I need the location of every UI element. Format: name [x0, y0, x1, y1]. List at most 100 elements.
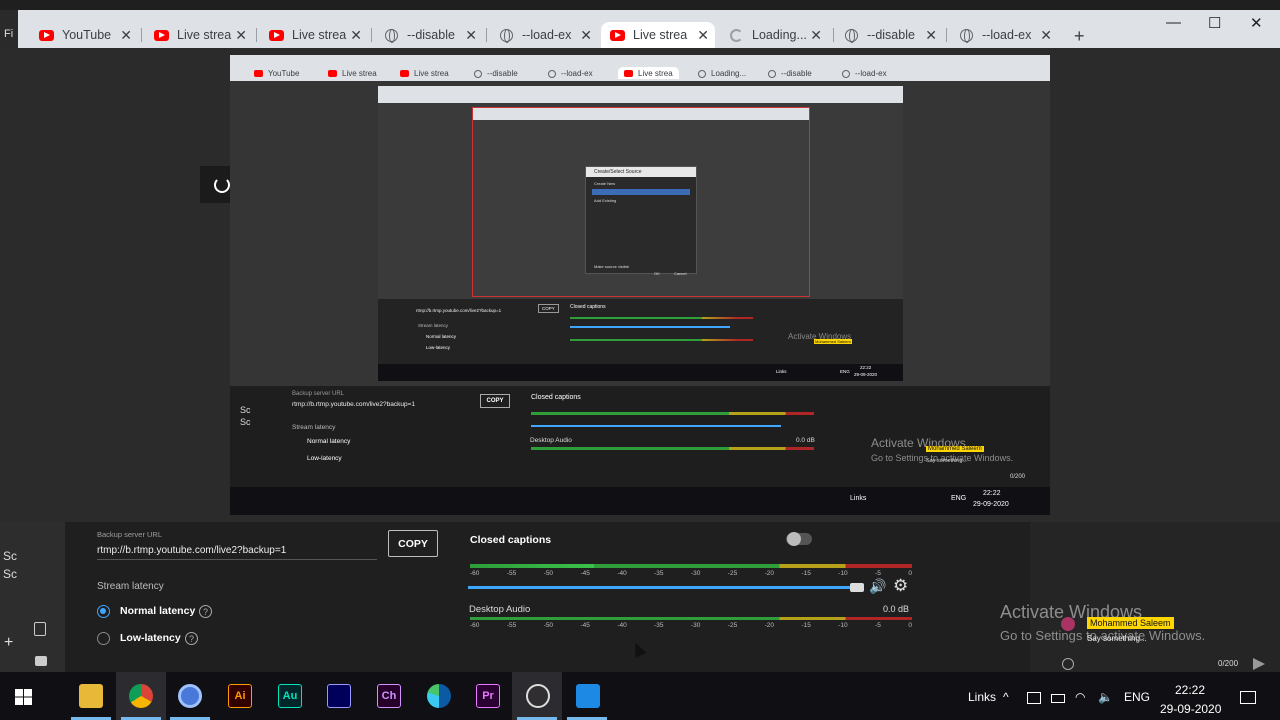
tab-live-stream-2[interactable]: Live strea ✕	[260, 22, 368, 48]
nested-closed-captions: Closed captions	[531, 394, 581, 401]
camtasia-icon[interactable]	[576, 684, 600, 708]
close-tab-icon[interactable]: ✕	[120, 27, 132, 44]
illustrator-icon[interactable]: Ai	[228, 684, 252, 708]
language-indicator[interactable]: ENG	[1124, 690, 1150, 704]
speaker-icon[interactable]: 🔊	[869, 578, 886, 595]
youtube-icon	[268, 27, 284, 43]
after-effects-icon[interactable]	[327, 684, 351, 708]
backup-url-field[interactable]: rtmp://b.rtmp.youtube.com/live2?backup=1	[97, 545, 286, 556]
nested-tab: --load-ex	[548, 69, 593, 78]
nested-tab-bar: YouTube Live strea Live strea --disable …	[230, 55, 1050, 81]
nested2-links: Links	[776, 369, 787, 374]
char-counter: 0/200	[1218, 659, 1239, 668]
chromium-icon[interactable]	[178, 684, 202, 708]
nested-copy-button: COPY	[480, 394, 510, 408]
copy-button[interactable]: COPY	[388, 530, 438, 557]
meter-tick-label: 0	[908, 622, 912, 629]
tab-disable-2[interactable]: --disable ✕	[835, 22, 943, 48]
nested2-low-latency: Low-latency	[426, 345, 451, 350]
audition-icon[interactable]: Au	[278, 684, 302, 708]
edge-icon[interactable]	[427, 684, 451, 708]
file-explorer-icon[interactable]	[79, 684, 103, 708]
dialog-title: Create/Select Source	[586, 167, 696, 177]
help-icon[interactable]: ?	[199, 605, 212, 618]
normal-latency-radio[interactable]	[97, 605, 110, 618]
youtube-icon	[624, 69, 633, 77]
volume-slider-track[interactable]	[468, 586, 863, 589]
youtube-icon	[400, 70, 409, 77]
chrome-icon[interactable]	[129, 684, 153, 708]
close-tab-icon[interactable]: ✕	[925, 27, 937, 44]
windows-start-icon[interactable]	[15, 689, 33, 705]
tab-loading[interactable]: Loading... ✕	[720, 22, 828, 48]
nested2-slider	[570, 326, 730, 328]
loading-spinner-icon	[698, 69, 706, 78]
top-strip	[0, 0, 1280, 10]
wifi-icon[interactable]: ◠	[1075, 690, 1085, 704]
close-tab-icon[interactable]: ✕	[810, 27, 822, 44]
close-tab-icon[interactable]: ✕	[697, 27, 709, 44]
meter-tick-label: -20	[764, 570, 775, 577]
close-tab-icon[interactable]: ✕	[235, 27, 247, 44]
taskbar-date[interactable]: 29-09-2020	[1160, 702, 1221, 716]
close-tab-icon[interactable]: ✕	[1040, 27, 1052, 44]
nested-tab: --disable	[768, 69, 812, 78]
close-window-button[interactable]: ✕	[1250, 14, 1263, 32]
new-tab-button[interactable]: +	[1074, 26, 1085, 47]
clipboard-icon[interactable]	[34, 622, 46, 636]
help-icon[interactable]: ?	[185, 632, 198, 645]
meter-tick-label: -55	[506, 622, 517, 629]
tab-label: Live strea	[633, 28, 688, 42]
emoji-icon[interactable]	[1062, 658, 1074, 670]
nested-stream-latency: Stream latency	[292, 424, 336, 431]
tab-label: --disable	[407, 28, 455, 42]
close-tab-icon[interactable]: ✕	[465, 27, 477, 44]
meter-tick-label: -15	[801, 570, 811, 577]
tray-app-icon[interactable]	[1027, 692, 1041, 704]
maximize-button[interactable]: ☐	[1208, 14, 1221, 32]
gear-icon[interactable]: ⚙	[893, 576, 908, 596]
loading-spinner-icon	[728, 27, 744, 43]
chat-input[interactable]: Say something...	[1087, 634, 1147, 643]
nested-tab-label: Live strea	[638, 68, 673, 78]
low-latency-radio[interactable]	[97, 632, 110, 645]
nested-tab: Loading...	[698, 69, 746, 78]
meter-tick-label: -55	[506, 570, 517, 577]
close-tab-icon[interactable]: ✕	[580, 27, 592, 44]
meter-tick-label: -50	[543, 622, 554, 629]
volume-icon[interactable]: 🔈	[1098, 690, 1113, 704]
taskbar-time[interactable]: 22:22	[1175, 683, 1205, 697]
nested-backup-url: rtmp://b.rtmp.youtube.com/live2?backup=1	[292, 401, 416, 408]
tab-youtube[interactable]: YouTube ✕	[30, 22, 138, 48]
battery-icon[interactable]	[1051, 694, 1065, 703]
notification-icon[interactable]	[1240, 691, 1256, 704]
nested-lang: ENG	[951, 495, 967, 502]
add-icon[interactable]: +	[4, 634, 13, 652]
close-tab-icon[interactable]: ✕	[350, 27, 362, 44]
chat-author-badge: Mohammed Saleem	[1087, 617, 1174, 629]
obs-icon[interactable]	[526, 684, 550, 708]
tab-label: Loading...	[752, 28, 807, 42]
tab-load-ex-2[interactable]: --load-ex ✕	[950, 22, 1058, 48]
volume-slider-thumb[interactable]	[850, 583, 864, 592]
links-toolbar[interactable]: Links	[968, 690, 996, 704]
youtube-icon	[328, 70, 337, 77]
nested-db: 0.0 dB	[796, 437, 815, 444]
character-animator-icon[interactable]: Ch	[377, 684, 401, 708]
tab-live-stream-active[interactable]: Live strea ✕	[601, 22, 715, 48]
chat-icon[interactable]	[35, 656, 47, 666]
tab-load-ex-1[interactable]: --load-ex ✕	[490, 22, 598, 48]
minimize-button[interactable]: —	[1166, 14, 1181, 31]
premiere-icon[interactable]: Pr	[476, 684, 500, 708]
nested2-meter	[570, 339, 753, 341]
nested-screenshot-3: Create/Select Source Create New Add Exis…	[472, 107, 810, 297]
meter-tick-label: -25	[727, 622, 738, 629]
tab-live-stream-1[interactable]: Live strea ✕	[145, 22, 253, 48]
youtube-icon	[254, 70, 263, 77]
chevron-up-icon[interactable]: ^	[1003, 690, 1009, 704]
send-icon[interactable]	[1253, 658, 1265, 670]
tab-disable-1[interactable]: --disable ✕	[375, 22, 483, 48]
nested-tab-label: Loading...	[711, 69, 747, 78]
closed-captions-toggle[interactable]	[786, 532, 812, 546]
nested-low-latency: Low-latency	[307, 455, 342, 462]
